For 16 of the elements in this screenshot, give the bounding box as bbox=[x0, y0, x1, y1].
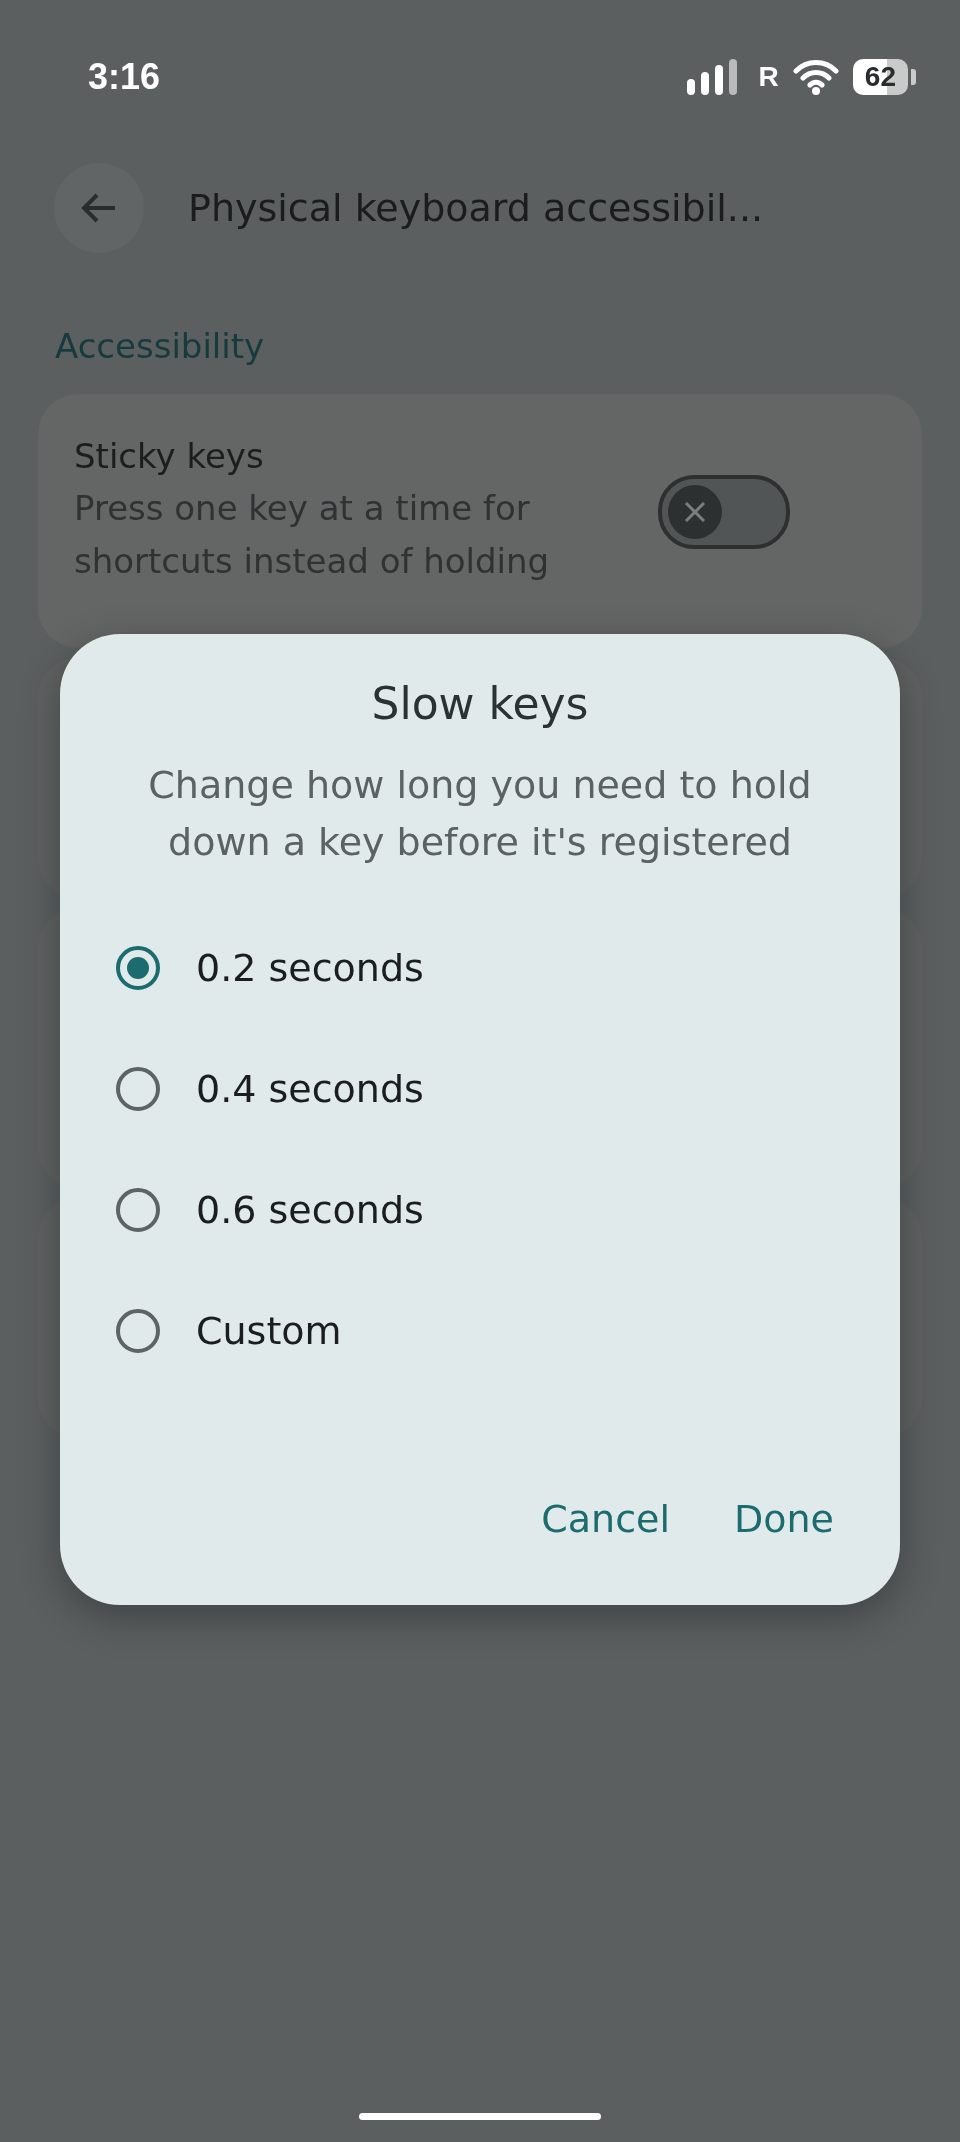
dialog-button[interactable]: Done bbox=[712, 1485, 856, 1553]
setting-title: Sticky keys bbox=[74, 436, 265, 476]
radio-option[interactable]: 0.4 seconds bbox=[60, 1028, 900, 1149]
radio-option[interactable]: 0.6 seconds bbox=[60, 1149, 900, 1270]
dialog-description: Change how long you need to hold down a key before it's registered bbox=[147, 762, 813, 866]
radio-option[interactable]: 0.2 seconds bbox=[60, 907, 900, 1028]
close-icon bbox=[684, 501, 706, 523]
wifi-icon bbox=[792, 59, 839, 95]
section-heading: Accessibility bbox=[54, 325, 266, 366]
dialog-title: Slow keys bbox=[371, 678, 589, 729]
dialog-button[interactable]: Cancel bbox=[519, 1485, 692, 1553]
status-time: 3:16 bbox=[88, 56, 161, 98]
roaming-indicator: R bbox=[758, 61, 779, 93]
radio-option[interactable]: Custom bbox=[60, 1270, 900, 1391]
back-arrow-icon bbox=[81, 192, 117, 224]
page-title: Physical keyboard accessibil... bbox=[188, 186, 764, 230]
